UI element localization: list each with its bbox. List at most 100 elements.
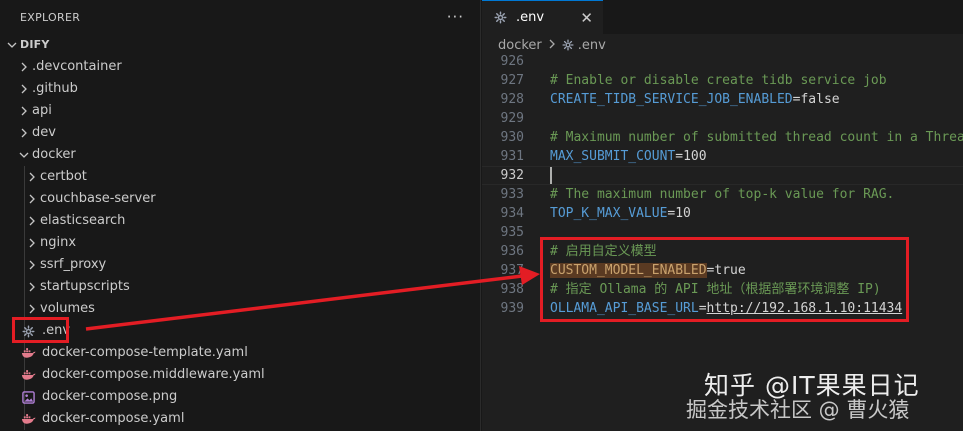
tree-folder-devcontainer[interactable]: .devcontainer [0, 56, 480, 78]
image-file-icon [20, 389, 36, 405]
line-number: 937 [500, 263, 524, 278]
code-comment: # Enable or disable create tidb service … [550, 73, 887, 88]
chevron-right-icon [24, 166, 40, 188]
env-key: CREATE_TIDB_SERVICE_JOB_ENABLED [550, 92, 793, 107]
env-value: 10 [675, 206, 691, 221]
env-value: false [800, 92, 840, 107]
tree-root-dify[interactable]: DIFY [0, 34, 480, 56]
tree-file-env[interactable]: .env [0, 320, 480, 342]
chevron-right-icon [16, 100, 32, 122]
editor-tabbar: .env ✕ [482, 0, 963, 34]
file-tree: DIFY .devcontainer .github api dev docke… [0, 34, 480, 430]
tree-item-label: certbot [40, 169, 87, 184]
code-line-current: 932 [482, 166, 963, 185]
gear-icon [494, 11, 510, 24]
chevron-right-icon [16, 78, 32, 100]
tree-folder-volumes[interactable]: volumes [0, 298, 480, 320]
code-comment: # Maximum number of submitted thread cou… [550, 130, 963, 145]
tree-file-docker-compose-template[interactable]: docker-compose-template.yaml [0, 342, 480, 364]
line-number: 936 [500, 244, 524, 259]
line-number: 927 [500, 73, 524, 88]
line-number: 931 [500, 149, 524, 164]
chevron-right-icon [24, 276, 40, 298]
tree-folder-nginx[interactable]: nginx [0, 232, 480, 254]
breadcrumb-folder[interactable]: docker [498, 38, 542, 53]
tree-folder-elasticsearch[interactable]: elasticsearch [0, 210, 480, 232]
docker-whale-icon [20, 411, 36, 427]
env-key: MAX_SUBMIT_COUNT [550, 149, 676, 164]
code-line: 933 # The maximum number of top-k value f… [482, 185, 963, 204]
gear-icon [562, 39, 574, 51]
current-line-highlight [482, 166, 963, 185]
tree-item-label: docker [32, 147, 76, 162]
chevron-right-icon [548, 38, 556, 53]
line-number: 939 [500, 301, 524, 316]
code-line: 927 # Enable or disable create tidb servi… [482, 71, 963, 90]
tree-folder-github[interactable]: .github [0, 78, 480, 100]
chevron-right-icon [24, 210, 40, 232]
tree-item-label: dev [32, 125, 56, 140]
line-number: 929 [500, 111, 524, 126]
code-line: 930 # Maximum number of submitted thread … [482, 128, 963, 147]
tree-folder-certbot[interactable]: certbot [0, 166, 480, 188]
more-actions-icon[interactable]: ··· [447, 8, 464, 26]
tree-item-label: .devcontainer [32, 59, 122, 74]
line-number: 932 [500, 168, 524, 183]
code-highlight-box [540, 237, 909, 322]
equals-sign: = [675, 149, 684, 164]
code-line: 934 TOP_K_MAX_VALUE=10 [482, 204, 963, 223]
explorer-sidebar: EXPLORER ··· DIFY .devcontainer .github … [0, 0, 481, 431]
tree-folder-api[interactable]: api [0, 100, 480, 122]
env-value: 100 [683, 149, 707, 164]
text-caret [550, 167, 552, 184]
tree-folder-couchbase-server[interactable]: couchbase-server [0, 188, 480, 210]
docker-children: certbot couchbase-server elasticsearch n… [0, 166, 480, 430]
watermark-juejin: 掘金技术社区 @ 曹火猿 [686, 398, 910, 422]
tree-item-label: couchbase-server [40, 191, 156, 206]
env-key: TOP_K_MAX_VALUE [550, 206, 668, 221]
tree-file-docker-compose-png[interactable]: docker-compose.png [0, 386, 480, 408]
line-number: 928 [500, 92, 524, 107]
line-number: 938 [500, 282, 524, 297]
tree-file-docker-compose-yaml[interactable]: docker-compose.yaml [0, 408, 480, 430]
explorer-header: EXPLORER ··· [0, 0, 480, 34]
tab-env[interactable]: .env ✕ [482, 0, 603, 34]
tree-file-docker-compose-middleware[interactable]: docker-compose.middleware.yaml [0, 364, 480, 386]
code-assignment: MAX_SUBMIT_COUNT=100 [550, 147, 707, 166]
tree-folder-docker[interactable]: docker [0, 144, 480, 166]
tree-item-label: nginx [40, 235, 77, 250]
code-comment: # The maximum number of top-k value for … [550, 187, 895, 202]
tree-folder-dev[interactable]: dev [0, 122, 480, 144]
line-number: 933 [500, 187, 524, 202]
tree-item-label: .github [32, 81, 78, 96]
tree-folder-ssrf-proxy[interactable]: ssrf_proxy [0, 254, 480, 276]
tree-folder-startupscripts[interactable]: startupscripts [0, 276, 480, 298]
code-assignment: CREATE_TIDB_SERVICE_JOB_ENABLED=false [550, 90, 840, 109]
tree-item-label: startupscripts [40, 279, 130, 294]
chevron-down-icon [16, 144, 32, 166]
line-number: 930 [500, 130, 524, 145]
breadcrumb-file[interactable]: .env [578, 38, 606, 53]
chevron-right-icon [24, 188, 40, 210]
tree-item-label: elasticsearch [40, 213, 126, 228]
tree-item-label: docker-compose.png [42, 389, 178, 404]
tree-item-label: api [32, 103, 52, 118]
docker-whale-icon [20, 367, 36, 383]
chevron-right-icon [24, 254, 40, 276]
docker-whale-icon [20, 345, 36, 361]
chevron-right-icon [16, 56, 32, 78]
code-assignment: TOP_K_MAX_VALUE=10 [550, 204, 691, 223]
line-number: 935 [500, 225, 524, 240]
chevron-right-icon [16, 122, 32, 144]
tab-label: .env [516, 10, 545, 25]
tree-item-label: docker-compose-template.yaml [42, 345, 248, 360]
chevron-down-icon [4, 34, 20, 56]
code-line: 931 MAX_SUBMIT_COUNT=100 [482, 147, 963, 166]
tree-item-label: docker-compose.middleware.yaml [42, 367, 265, 382]
line-number: 926 [500, 54, 524, 69]
close-icon[interactable]: ✕ [580, 9, 593, 27]
tree-root-label: DIFY [20, 38, 50, 51]
env-file-highlight-box [12, 317, 69, 343]
explorer-title: EXPLORER [20, 10, 81, 24]
line-number: 934 [500, 206, 524, 221]
